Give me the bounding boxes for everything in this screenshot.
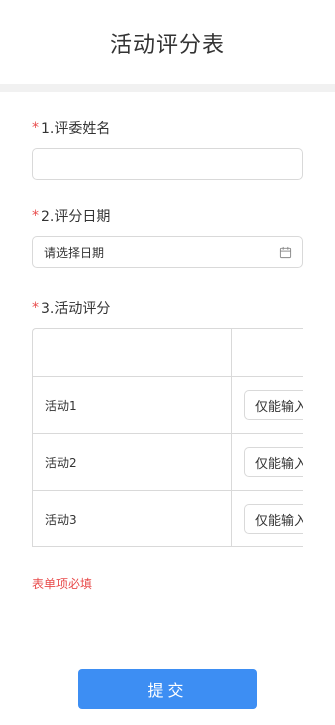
date-placeholder: 请选择日期 xyxy=(44,245,105,260)
page-title: 活动评分表 xyxy=(109,33,225,58)
judge-name-input[interactable] xyxy=(32,148,303,180)
calendar-icon[interactable] xyxy=(279,246,292,259)
score-cell: 仅能输入 xyxy=(232,434,303,490)
submit-button[interactable]: 提交 xyxy=(78,669,257,709)
required-marker: * xyxy=(32,300,39,316)
score-input[interactable]: 仅能输入 xyxy=(244,447,303,477)
question-label-text: 2.评分日期 xyxy=(41,209,111,225)
activity-name: 活动2 xyxy=(33,434,232,490)
required-marker: * xyxy=(32,120,39,136)
form-page: 活动评分表 * 1.评委姓名 * 2.评分日期 请选择日期 * 3.活动评分 活… xyxy=(0,0,335,725)
question-activity-score-label: * 3.活动评分 xyxy=(32,298,303,318)
score-cell: 仅能输入 xyxy=(232,377,303,433)
header-divider xyxy=(0,84,335,92)
activity-name: 活动1 xyxy=(33,377,232,433)
form-body: * 1.评委姓名 * 2.评分日期 请选择日期 * 3.活动评分 活动1 仅能输… xyxy=(0,118,335,592)
date-picker-input[interactable]: 请选择日期 xyxy=(32,236,303,268)
table-row: 活动3 仅能输入 xyxy=(33,490,303,546)
question-label-text: 1.评委姓名 xyxy=(41,121,111,137)
validation-error: 表单项必填 xyxy=(32,577,93,591)
score-cell: 仅能输入 xyxy=(232,491,303,546)
question-label-text: 3.活动评分 xyxy=(41,301,111,317)
header: 活动评分表 xyxy=(0,0,335,84)
question-date-label: * 2.评分日期 xyxy=(32,206,303,226)
score-input[interactable]: 仅能输入 xyxy=(244,390,303,420)
score-input[interactable]: 仅能输入 xyxy=(244,504,303,534)
table-row: 活动2 仅能输入 xyxy=(33,433,303,490)
question-judge-name-label: * 1.评委姓名 xyxy=(32,118,303,138)
table-row: 活动1 仅能输入 xyxy=(33,376,303,433)
activity-name: 活动3 xyxy=(33,491,232,546)
table-header-cell xyxy=(232,329,303,376)
table-header-row xyxy=(33,329,303,376)
table-header-cell xyxy=(33,329,232,376)
required-marker: * xyxy=(32,208,39,224)
score-table[interactable]: 活动1 仅能输入 活动2 仅能输入 活动3 仅能输入 xyxy=(32,328,303,547)
